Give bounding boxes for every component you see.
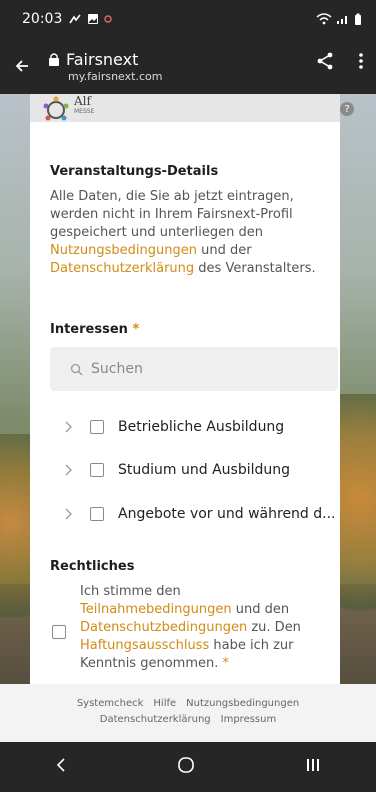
more-options-button[interactable]: [356, 52, 366, 74]
interests-heading: Interessen *: [50, 322, 140, 337]
browser-toolbar: Fairsnext my.fairsnext.com: [0, 38, 376, 94]
clock: 20:03: [22, 11, 63, 27]
nav-back-button[interactable]: [55, 757, 67, 777]
page-info[interactable]: Fairsnext my.fairsnext.com: [48, 50, 162, 83]
required-marker: *: [222, 656, 230, 671]
nav-home-button[interactable]: [177, 756, 195, 778]
battery-icon: [355, 13, 361, 25]
footer-link-terms[interactable]: Nutzungsbedingungen: [186, 696, 299, 712]
interest-checkbox[interactable]: [90, 507, 104, 521]
home-circle-icon: [178, 757, 194, 773]
share-icon: [317, 52, 333, 70]
terms-of-use-link[interactable]: Nutzungsbedingungen: [50, 243, 197, 258]
required-marker: *: [132, 322, 140, 337]
details-heading: Veranstaltungs-Details: [50, 164, 219, 179]
arrow-left-icon: [15, 60, 28, 72]
search-icon: [70, 363, 83, 375]
page-footer: Systemcheck Hilfe Nutzungsbedingungen Da…: [0, 684, 376, 742]
nav-recents-button[interactable]: [305, 757, 321, 777]
interest-label: Angebote vor und während d...: [118, 506, 336, 522]
chevron-right-icon[interactable]: [60, 507, 78, 521]
footer-link-systemcheck[interactable]: Systemcheck: [77, 696, 144, 712]
interest-item: Angebote vor und während d...: [60, 502, 336, 526]
legal-consent-checkbox[interactable]: [52, 625, 66, 639]
more-vertical-icon: [359, 53, 363, 69]
share-button[interactable]: [316, 52, 334, 74]
system-icons: [316, 13, 362, 26]
page-title: Fairsnext: [66, 49, 139, 69]
search-placeholder: Suchen: [91, 361, 143, 377]
system-navigation-bar: [0, 742, 376, 792]
interest-item: Studium und Ausbildung: [60, 458, 290, 482]
interest-item: Betriebliche Ausbildung: [60, 415, 284, 439]
participation-terms-link[interactable]: Teilnahmebedingungen: [80, 602, 232, 617]
interest-checkbox[interactable]: [90, 463, 104, 477]
legal-heading: Rechtliches: [50, 559, 135, 574]
interest-label: Betriebliche Ausbildung: [118, 419, 285, 435]
logo-text: Alf: [74, 94, 91, 108]
registration-card: Alf MESSE Veranstaltungs-Details Alle Da…: [30, 94, 340, 684]
recents-icon: [307, 759, 319, 771]
footer-link-help[interactable]: Hilfe: [153, 696, 176, 712]
gallery-icon: [88, 14, 99, 24]
interest-label: Studium und Ausbildung: [118, 462, 290, 478]
interests-search-input[interactable]: Suchen: [50, 347, 338, 391]
missed-call-icon: [69, 14, 81, 24]
interest-checkbox[interactable]: [90, 420, 104, 434]
logo-subtext: MESSE: [74, 108, 95, 115]
disclaimer-link[interactable]: Haftungsausschluss: [80, 638, 209, 653]
event-logo-banner: Alf MESSE: [30, 94, 340, 122]
back-button[interactable]: [0, 38, 44, 94]
wifi-icon: [316, 13, 332, 25]
chevron-right-icon[interactable]: [60, 463, 78, 477]
lock-icon: [49, 53, 59, 66]
footer-link-imprint[interactable]: Impressum: [221, 712, 277, 728]
footer-link-privacy[interactable]: Datenschutzerklärung: [100, 712, 211, 728]
data-protection-terms-link[interactable]: Datenschutzbedingungen: [80, 620, 247, 635]
signal-icon: [337, 16, 347, 24]
chevron-left-icon: [56, 758, 65, 772]
legal-text: Ich stimme den Teilnahmebedingungen und …: [80, 584, 301, 671]
dot-icon: [104, 15, 113, 23]
chevron-right-icon[interactable]: [60, 420, 78, 434]
page-url: my.fairsnext.com: [68, 69, 163, 83]
help-icon[interactable]: ?: [340, 102, 354, 116]
privacy-policy-link[interactable]: Datenschutzerklärung: [50, 261, 194, 276]
status-bar: 20:03: [0, 0, 376, 38]
details-text: Alle Daten, die Sie ab jetzt eintragen, …: [50, 189, 316, 276]
notification-icons: [68, 13, 113, 25]
event-logo-icon: [43, 96, 69, 121]
